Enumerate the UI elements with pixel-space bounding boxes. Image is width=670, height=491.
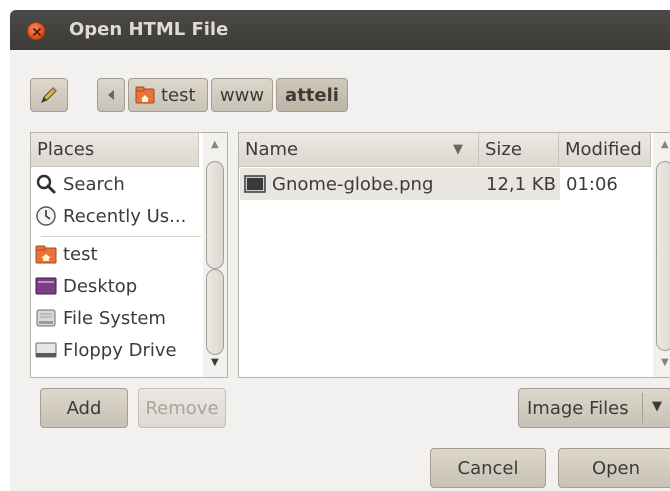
arrow-left-icon xyxy=(108,90,114,100)
column-header-modified[interactable]: Modified xyxy=(559,133,651,167)
places-item-label: File System xyxy=(63,307,166,329)
places-item-label: Recently Us... xyxy=(63,205,187,227)
places-item-label: Desktop xyxy=(63,275,138,297)
home-folder-icon xyxy=(135,86,155,104)
add-button-label: Add xyxy=(66,397,102,419)
scroll-up-arrow-icon[interactable]: ▲ xyxy=(661,139,669,150)
file-name: Gnome-globe.png xyxy=(272,173,434,195)
close-icon xyxy=(33,28,41,36)
home-folder-icon xyxy=(35,245,57,264)
add-bookmark-button[interactable]: Add xyxy=(40,388,128,428)
remove-button-label: Remove xyxy=(145,397,219,419)
pencil-icon xyxy=(41,87,57,103)
open-file-dialog: Open HTML File test www atteli Places Se… xyxy=(10,10,670,491)
breadcrumb-label: www xyxy=(219,84,265,106)
places-item-search[interactable]: Search xyxy=(33,169,201,199)
places-item-test[interactable]: test xyxy=(33,239,201,269)
places-item-recent[interactable]: Recently Us... xyxy=(33,201,201,231)
breadcrumb-test[interactable]: test xyxy=(128,78,208,112)
title-bar: Open HTML File xyxy=(10,10,670,50)
file-type-filter-select[interactable]: Image Files ▼ xyxy=(518,388,670,428)
places-header[interactable]: Places xyxy=(31,133,199,167)
filter-divider xyxy=(642,393,643,423)
sort-arrow-icon: ▼ xyxy=(453,142,463,157)
image-file-icon xyxy=(244,175,266,193)
scrollbar-thumb-lower[interactable] xyxy=(206,269,224,355)
file-size-cell: 12,1 KB xyxy=(486,168,556,200)
breadcrumb-atteli[interactable]: atteli xyxy=(276,78,348,112)
path-back-button[interactable] xyxy=(97,78,125,112)
file-modified: 01:06 xyxy=(566,173,618,195)
places-scrollbar[interactable]: ▲ ▼ xyxy=(203,133,227,377)
file-size: 12,1 KB xyxy=(486,173,556,195)
breadcrumb-label: atteli xyxy=(285,84,339,106)
column-name-label: Name xyxy=(245,139,299,160)
breadcrumb-label: test xyxy=(161,84,196,106)
scroll-down-arrow-icon[interactable]: ▼ xyxy=(661,357,669,368)
file-name-cell: Gnome-globe.png xyxy=(244,168,433,200)
cancel-button-label: Cancel xyxy=(457,457,519,479)
cancel-button[interactable]: Cancel xyxy=(430,448,546,488)
scrollbar-thumb[interactable] xyxy=(656,161,670,351)
scrollbar-thumb[interactable] xyxy=(206,161,224,269)
open-button[interactable]: Open xyxy=(558,448,670,488)
places-separator xyxy=(41,236,201,237)
floppy-icon xyxy=(35,342,57,358)
file-modified-cell: 01:06 xyxy=(566,168,618,200)
places-item-label: test xyxy=(63,243,98,265)
search-icon xyxy=(36,174,56,194)
places-item-filesystem[interactable]: File System xyxy=(33,303,201,333)
places-pane: Places Search Recently Us... test Deskto… xyxy=(30,132,228,378)
column-modified-label: Modified xyxy=(565,139,642,160)
window-title: Open HTML File xyxy=(69,19,229,40)
places-header-label: Places xyxy=(37,139,95,160)
clock-icon xyxy=(36,206,56,226)
filter-selected-label: Image Files xyxy=(527,397,629,419)
scroll-down-arrow-icon[interactable]: ▼ xyxy=(211,357,219,368)
places-item-desktop[interactable]: Desktop xyxy=(33,271,201,301)
breadcrumb-www[interactable]: www xyxy=(211,78,273,112)
places-item-floppy[interactable]: Floppy Drive xyxy=(33,335,201,365)
chevron-down-icon: ▼ xyxy=(652,399,662,414)
desktop-icon xyxy=(35,277,57,295)
column-header-size[interactable]: Size xyxy=(479,133,559,167)
column-header-name[interactable]: Name ▼ xyxy=(239,133,479,167)
files-pane: Name ▼ Size Modified Gnome-globe.png 12,… xyxy=(238,132,670,378)
scroll-up-arrow-icon[interactable]: ▲ xyxy=(211,139,219,150)
column-size-label: Size xyxy=(485,139,522,160)
type-location-button[interactable] xyxy=(30,78,68,112)
remove-bookmark-button[interactable]: Remove xyxy=(138,388,226,428)
places-item-label: Floppy Drive xyxy=(63,339,177,361)
open-button-label: Open xyxy=(591,457,641,479)
files-scrollbar[interactable]: ▲ ▼ xyxy=(653,133,670,377)
places-item-label: Search xyxy=(63,173,125,195)
table-row[interactable]: Gnome-globe.png 12,1 KB 01:06 xyxy=(240,168,618,200)
harddisk-icon xyxy=(36,309,56,327)
close-button[interactable] xyxy=(27,22,45,40)
